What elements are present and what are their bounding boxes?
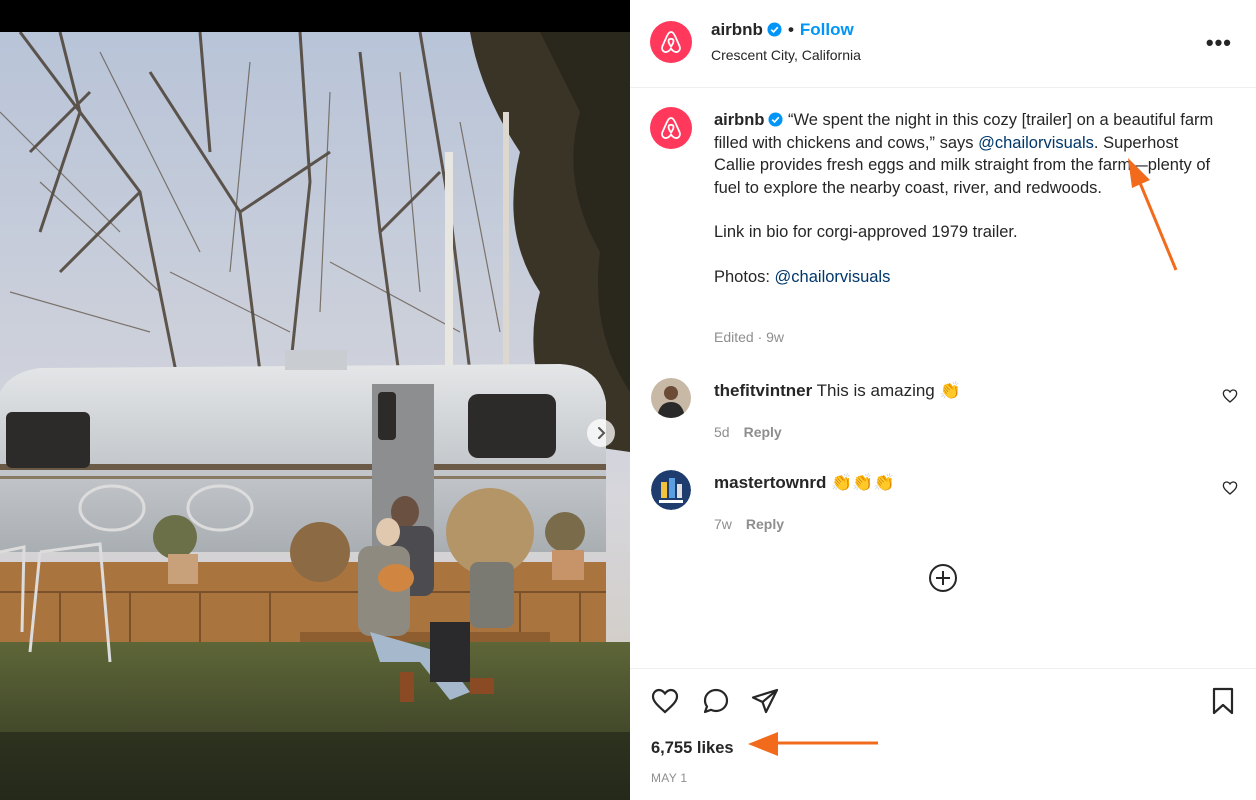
photo-credit-mention[interactable]: @chailorvisuals — [775, 268, 891, 286]
post-author: airbnb • Follow — [711, 20, 854, 40]
separator-dot: • — [787, 20, 794, 39]
reply-button[interactable]: Reply — [746, 516, 784, 532]
verified-badge-icon — [767, 22, 782, 37]
heart-icon[interactable] — [1222, 480, 1238, 496]
heart-icon[interactable] — [650, 686, 680, 716]
reply-button[interactable]: Reply — [744, 424, 782, 440]
plus-circle-icon[interactable] — [928, 563, 958, 593]
commenter-avatar[interactable] — [651, 470, 691, 510]
post-photo-pane — [0, 0, 630, 800]
comment-body: 👏👏👏 — [831, 473, 895, 492]
caption-author-avatar[interactable] — [650, 107, 692, 149]
caption-text: airbnb “We spent the night in this cozy … — [714, 109, 1214, 310]
post-header: airbnb • Follow Crescent City, California … — [630, 0, 1256, 88]
caption-username[interactable]: airbnb — [714, 111, 764, 129]
post-location[interactable]: Crescent City, California — [711, 47, 861, 63]
comment-text: mastertownrd 👏👏👏 — [714, 473, 895, 493]
follow-button[interactable]: Follow — [800, 20, 854, 39]
comment-time: 7w — [714, 516, 732, 532]
caption-paragraph-3: Photos: @chailorvisuals — [714, 266, 1214, 289]
more-options-button[interactable]: ••• — [1206, 30, 1232, 56]
comment-bubble-icon[interactable] — [701, 686, 731, 716]
airbnb-logo-icon — [661, 31, 681, 53]
comment-item: thefitvintner This is amazing 👏 5d Reply — [630, 378, 1256, 440]
profile-photo-icon — [651, 378, 691, 418]
commenter-username[interactable]: mastertownrd — [714, 473, 826, 492]
caption-edited-time: Edited · 9w — [714, 329, 785, 345]
author-username[interactable]: airbnb — [711, 20, 763, 39]
airbnb-logo-icon — [661, 117, 681, 139]
comment-meta: 5d Reply — [714, 424, 782, 440]
post-actions: 6,755 likes MAY 1 — [630, 668, 1256, 800]
comment-item: mastertownrd 👏👏👏 7w Reply — [630, 470, 1256, 532]
bookmark-icon[interactable] — [1208, 686, 1238, 716]
comment-body: This is amazing 👏 — [816, 381, 961, 400]
chevron-right-icon — [598, 427, 606, 439]
comment-time: 5d — [714, 424, 730, 440]
comment-text: thefitvintner This is amazing 👏 — [714, 381, 961, 401]
comment-meta: 7w Reply — [714, 516, 784, 532]
caption-paragraph-2: Link in bio for corgi-approved 1979 trai… — [714, 223, 1018, 241]
caption-mention[interactable]: @chailorvisuals — [978, 134, 1094, 152]
next-photo-button[interactable] — [587, 419, 615, 447]
photo-credit-prefix: Photos: — [714, 267, 775, 286]
post-photo[interactable] — [0, 32, 630, 800]
like-count[interactable]: 6,755 likes — [651, 739, 734, 758]
verified-badge-icon — [768, 112, 783, 127]
paper-plane-icon[interactable] — [750, 686, 780, 716]
post-date: MAY 1 — [651, 771, 688, 785]
post-side-panel: airbnb • Follow Crescent City, California … — [630, 0, 1256, 800]
caption-paragraph-1: airbnb “We spent the night in this cozy … — [714, 109, 1214, 199]
commenter-username[interactable]: thefitvintner — [714, 381, 812, 400]
author-avatar[interactable] — [650, 21, 692, 63]
profile-photo-icon — [651, 470, 691, 510]
commenter-avatar[interactable] — [651, 378, 691, 418]
heart-icon[interactable] — [1222, 388, 1238, 404]
